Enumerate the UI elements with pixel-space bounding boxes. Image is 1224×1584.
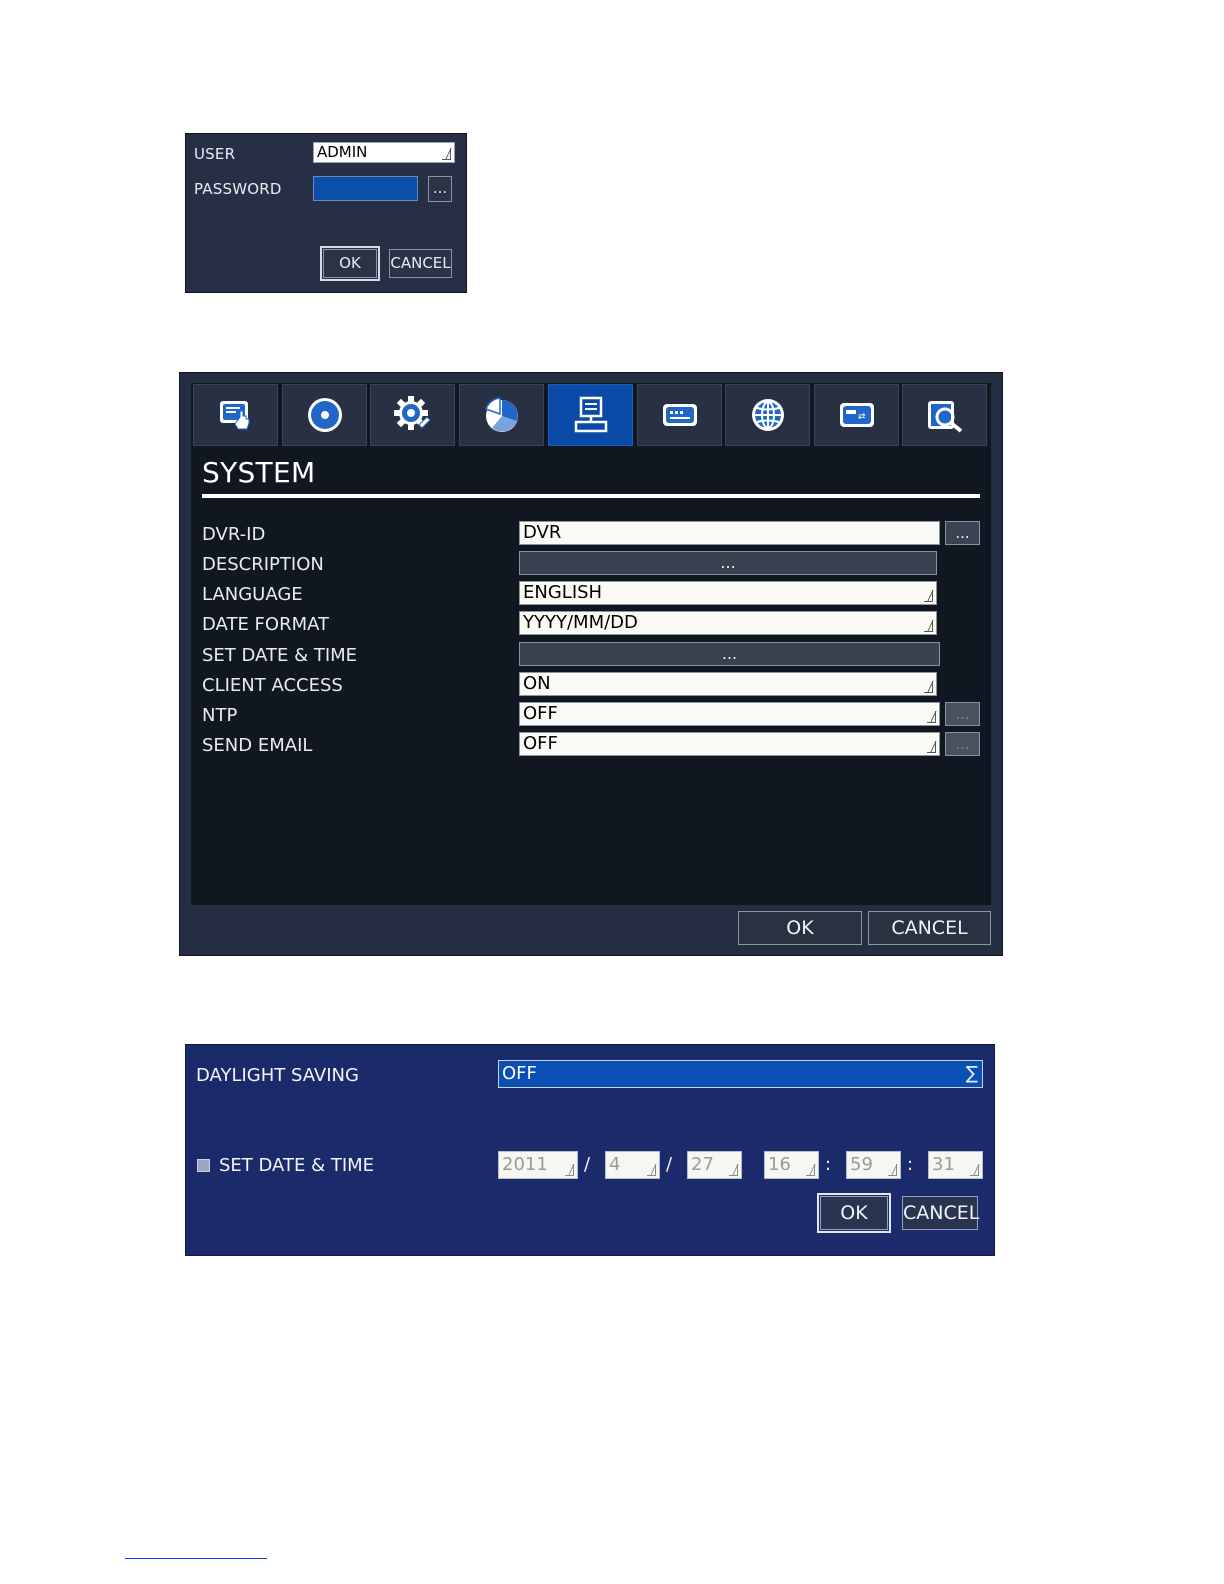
computer-system-icon (574, 396, 607, 433)
month-value: 4 (609, 1154, 621, 1175)
language-select[interactable]: ENGLISH (519, 581, 937, 605)
ntp-value: OFF (523, 703, 558, 724)
tab-statistics[interactable] (459, 384, 544, 446)
time-separator: : (825, 1154, 832, 1175)
day-value: 27 (691, 1154, 714, 1175)
user-select[interactable]: ADMIN (313, 142, 455, 163)
date-separator: / (584, 1154, 591, 1175)
daylight-saving-select[interactable]: OFF ∑ (498, 1060, 983, 1088)
dropdown-icon: ∑ (965, 1063, 978, 1084)
set-date-time-label: SET DATE & TIME (219, 1155, 375, 1176)
daylight-saving-label: DAYLIGHT SAVING (196, 1065, 359, 1086)
date-format-label: DATE FORMAT (202, 614, 330, 635)
second-field[interactable]: 31 (928, 1151, 983, 1179)
search-log-icon (927, 401, 962, 433)
edit-icon (927, 711, 936, 723)
month-field[interactable]: 4 (605, 1151, 660, 1179)
hour-field[interactable]: 16 (764, 1151, 819, 1179)
date-format-select[interactable]: YYYY/MM/DD (519, 611, 937, 635)
dvr-id-edit-button[interactable]: ... (945, 521, 980, 545)
system-ok-button[interactable]: OK (738, 911, 862, 945)
time-separator: : (907, 1154, 914, 1175)
day-field[interactable]: 27 (687, 1151, 742, 1179)
year-field[interactable]: 2011 (498, 1151, 578, 1179)
login-ok-button[interactable]: OK (320, 246, 380, 281)
display-touch-icon (219, 401, 249, 430)
title-divider (202, 494, 980, 498)
description-button[interactable]: ... (519, 551, 937, 575)
user-label: USER (194, 145, 236, 163)
send-email-settings-button[interactable]: ... (945, 732, 980, 756)
globe-network-icon (751, 399, 784, 431)
password-input[interactable] (313, 176, 418, 201)
ntp-label: NTP (202, 705, 238, 726)
tab-settings[interactable] (370, 384, 455, 446)
footer-divider (125, 1558, 267, 1559)
storage-transfer-icon: ⇄ (839, 403, 874, 427)
year-value: 2011 (502, 1154, 548, 1175)
edit-icon (806, 1164, 815, 1176)
client-access-select[interactable]: ON (519, 672, 937, 696)
language-value: ENGLISH (523, 582, 603, 603)
tab-network[interactable] (725, 384, 810, 446)
edit-icon (924, 620, 933, 632)
system-cancel-button[interactable]: CANCEL (868, 911, 991, 945)
page-title: SYSTEM (202, 456, 316, 489)
set-date-time-button[interactable]: ... (519, 642, 940, 666)
send-email-select[interactable]: OFF (519, 732, 940, 756)
description-label: DESCRIPTION (202, 554, 324, 575)
pie-chart-icon (484, 397, 518, 432)
date-separator: / (666, 1154, 673, 1175)
gear-icon (393, 396, 431, 430)
edit-icon (729, 1164, 738, 1176)
password-keyboard-button[interactable]: ... (428, 176, 452, 202)
edit-icon (924, 681, 933, 693)
edit-icon (442, 148, 451, 160)
ntp-settings-button[interactable]: ... (945, 702, 980, 726)
tab-record[interactable] (282, 384, 367, 446)
language-label: LANGUAGE (202, 584, 303, 605)
second-value: 31 (932, 1154, 955, 1175)
edit-icon (647, 1164, 656, 1176)
dvr-id-label: DVR-ID (202, 524, 266, 545)
edit-icon (924, 590, 933, 602)
edit-icon (565, 1164, 574, 1176)
hour-value: 16 (768, 1154, 791, 1175)
datetime-cancel-button[interactable]: CANCEL (902, 1196, 979, 1230)
datetime-ok-button[interactable]: OK (817, 1193, 891, 1233)
set-date-time-checkbox[interactable] (197, 1159, 210, 1172)
tab-storage[interactable]: ⇄ (814, 384, 899, 446)
svg-text:⇄: ⇄ (858, 412, 866, 422)
client-access-value: ON (523, 673, 551, 694)
edit-icon (970, 1164, 979, 1176)
daylight-saving-value: OFF (502, 1063, 537, 1084)
tab-search[interactable] (902, 384, 987, 446)
edit-icon (927, 741, 936, 753)
minute-field[interactable]: 59 (846, 1151, 901, 1179)
ntp-select[interactable]: OFF (519, 702, 940, 726)
keyboard-device-icon (662, 404, 697, 426)
record-disc-icon (307, 398, 342, 432)
set-date-time-label: SET DATE & TIME (202, 645, 358, 666)
tab-display[interactable] (193, 384, 278, 446)
date-format-value: YYYY/MM/DD (523, 612, 638, 633)
password-label: PASSWORD (194, 180, 282, 198)
tab-system[interactable] (548, 384, 633, 446)
edit-icon (888, 1164, 897, 1176)
minute-value: 59 (850, 1154, 873, 1175)
send-email-label: SEND EMAIL (202, 735, 313, 756)
login-cancel-button[interactable]: CANCEL (389, 249, 452, 278)
client-access-label: CLIENT ACCESS (202, 675, 343, 696)
send-email-value: OFF (523, 733, 558, 754)
tab-device[interactable] (637, 384, 722, 446)
dvr-id-field[interactable]: DVR (519, 521, 940, 545)
user-value: ADMIN (317, 143, 368, 161)
